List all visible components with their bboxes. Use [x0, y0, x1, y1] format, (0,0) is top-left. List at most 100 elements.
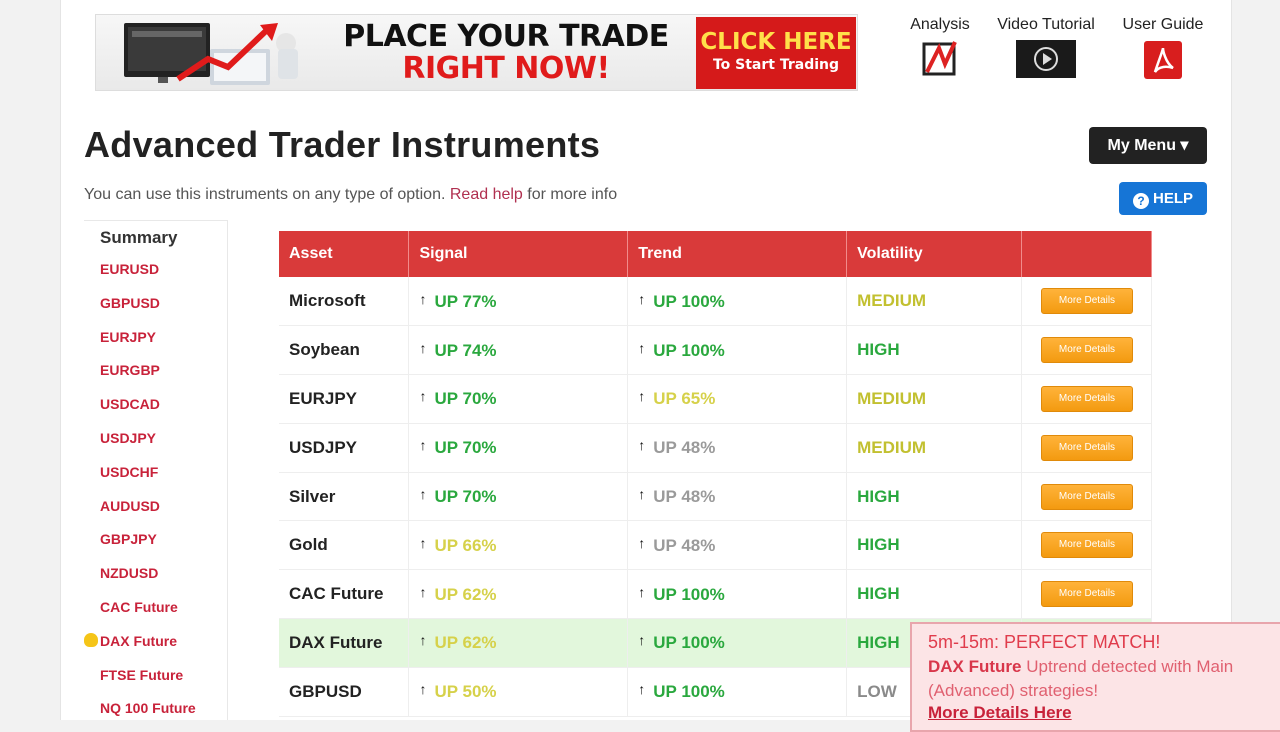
sidebar-item-dax-future[interactable]: DAX Future [84, 627, 227, 661]
trend-cell: ↑ UP 100% [627, 277, 848, 327]
lightbulb-icon [84, 632, 98, 647]
video-tutorial-link[interactable]: Video Tutorial [990, 16, 1102, 78]
up-arrow-icon: ↑ [638, 583, 646, 600]
sidebar-item-usdchf[interactable]: USDCHF [84, 458, 227, 492]
table-row[interactable]: USDJPY ↑ UP 70% ↑ UP 48% MEDIUM More Details [279, 423, 1152, 473]
trend-value: UP 65% [653, 389, 716, 409]
up-arrow-icon: ↑ [419, 681, 427, 698]
sidebar-item-gbpusd[interactable]: GBPUSD [84, 289, 227, 323]
question-icon: ? [1132, 193, 1149, 209]
sidebar-item-label: NZDUSD [100, 565, 159, 582]
more-details-button[interactable]: More Details [1041, 288, 1133, 315]
up-arrow-icon: ↑ [638, 388, 646, 405]
trend-value: UP 100% [653, 633, 725, 653]
trend-cell: ↑ UP 48% [627, 423, 848, 473]
trend-cell: ↑ UP 100% [627, 569, 848, 620]
table-row[interactable]: EURJPY ↑ UP 70% ↑ UP 65% MEDIUM More Details [279, 374, 1152, 424]
sidebar-item-nzdusd[interactable]: NZDUSD [84, 559, 227, 593]
action-cell: More Details [1021, 277, 1152, 327]
user-guide-label: User Guide [1122, 16, 1204, 33]
volatility-cell: HIGH [846, 520, 1022, 571]
sidebar-item-label: NQ 100 Future [100, 700, 196, 717]
asset-cell: DAX Future [279, 618, 410, 668]
more-details-button[interactable]: More Details [1041, 337, 1133, 364]
up-arrow-icon: ↑ [419, 339, 427, 356]
sidebar-item-nq-100-future[interactable]: NQ 100 Future [84, 694, 227, 728]
signal-value: UP 70% [434, 487, 497, 507]
header-trend[interactable]: Trend [627, 231, 848, 277]
volatility-value: HIGH [857, 632, 900, 652]
more-details-link[interactable]: More Details Here [928, 703, 1280, 723]
table-header-row: Asset Signal Trend Volatility [279, 231, 1152, 277]
my-menu-button[interactable]: My Menu ▾ [1089, 127, 1207, 164]
sidebar-item-label: EURGBP [100, 362, 160, 379]
volatility-cell: HIGH [846, 325, 1022, 376]
table-row[interactable]: Gold ↑ UP 66% ↑ UP 48% HIGH More Details [279, 520, 1152, 571]
sidebar-item-cac-future[interactable]: CAC Future [84, 593, 227, 627]
sidebar-item-ftse-future[interactable]: FTSE Future [84, 661, 227, 695]
user-guide-link[interactable]: User Guide [1116, 16, 1210, 80]
signal-value: UP 74% [434, 340, 497, 360]
read-help-link[interactable]: Read help [450, 186, 523, 203]
sidebar-item-gbpjpy[interactable]: GBPJPY [84, 525, 227, 559]
more-details-button[interactable]: More Details [1041, 483, 1133, 510]
up-arrow-icon: ↑ [638, 632, 646, 649]
header-volatility[interactable]: Volatility [846, 231, 1022, 277]
volatility-value: HIGH [857, 340, 900, 360]
volatility-value: HIGH [857, 584, 900, 604]
banner-line-2: RIGHT NOW! [402, 51, 610, 86]
sidebar-item-usdjpy[interactable]: USDJPY [84, 424, 227, 458]
sidebar-item-eurgbp[interactable]: EURGBP [84, 356, 227, 390]
asset-name: DAX Future [289, 632, 383, 652]
subtitle-text-end: for more info [527, 186, 618, 203]
header-signal[interactable]: Signal [408, 231, 629, 277]
asset-cell: Gold [279, 520, 410, 571]
trend-cell: ↑ UP 100% [627, 618, 848, 668]
header-asset[interactable]: Asset [279, 231, 410, 277]
asset-cell: CAC Future [279, 569, 410, 620]
asset-name: Silver [289, 486, 336, 506]
help-button[interactable]: ? HELP [1119, 182, 1207, 215]
table-row[interactable]: Silver ↑ UP 70% ↑ UP 48% HIGH More Details [279, 472, 1152, 522]
sidebar-item-eurjpy[interactable]: EURJPY [84, 323, 227, 357]
video-play-icon [1016, 40, 1076, 78]
sidebar-item-label: DAX Future [100, 632, 177, 649]
action-cell: More Details [1021, 569, 1152, 620]
sidebar-item-eurusd[interactable]: EURUSD [84, 255, 227, 289]
more-details-button[interactable]: More Details [1041, 532, 1133, 559]
more-details-button[interactable]: More Details [1041, 434, 1133, 461]
table-row[interactable]: Soybean ↑ UP 74% ↑ UP 100% HIGH More Details [279, 325, 1152, 376]
more-details-button[interactable]: More Details [1041, 581, 1133, 608]
trend-value: UP 100% [653, 682, 725, 702]
asset-name: Gold [289, 535, 328, 555]
sidebar-heading[interactable]: Summary [84, 221, 227, 255]
signal-value: UP 50% [434, 682, 497, 702]
subtitle-text: You can use this instruments on any type… [84, 186, 446, 203]
analysis-link[interactable]: Analysis [905, 16, 975, 78]
signal-cell: ↑ UP 77% [408, 277, 629, 327]
signal-value: UP 70% [434, 389, 497, 409]
signal-cell: ↑ UP 70% [408, 374, 629, 424]
trade-banner[interactable]: PLACE YOUR TRADE RIGHT NOW! CLICK HERE T… [95, 14, 858, 91]
sidebar-item-label: USDCHF [100, 463, 159, 480]
action-cell: More Details [1021, 472, 1152, 522]
asset-cell: Silver [279, 472, 410, 522]
analysis-label: Analysis [910, 16, 970, 33]
banner-line-1: PLACE YOUR TRADE [343, 19, 669, 54]
sidebar-item-audusd[interactable]: AUDUSD [84, 492, 227, 526]
table-row[interactable]: CAC Future ↑ UP 62% ↑ UP 100% HIGH More Detail… [279, 569, 1152, 620]
more-details-button[interactable]: More Details [1041, 385, 1133, 412]
start-trading-button[interactable]: CLICK HERE To Start Trading [696, 17, 856, 89]
cta-main-label: CLICK HERE [700, 29, 852, 55]
signal-cell: ↑ UP 66% [408, 520, 629, 571]
up-arrow-icon: ↑ [638, 534, 646, 551]
up-arrow-icon: ↑ [419, 290, 427, 307]
table-row[interactable]: Microsoft ↑ UP 77% ↑ UP 100% MEDIUM More Detai… [279, 277, 1152, 327]
trend-value: UP 48% [653, 487, 716, 507]
sidebar-item-label: FTSE Future [100, 666, 184, 683]
sidebar-item-usdcad[interactable]: USDCAD [84, 390, 227, 424]
signal-notification[interactable]: 5m-15m: PERFECT MATCH! DAX Future Uptren… [910, 622, 1280, 732]
sidebar-item-label: AUDUSD [100, 497, 160, 514]
trend-value: UP 48% [653, 438, 716, 458]
volatility-cell: MEDIUM [846, 423, 1022, 473]
